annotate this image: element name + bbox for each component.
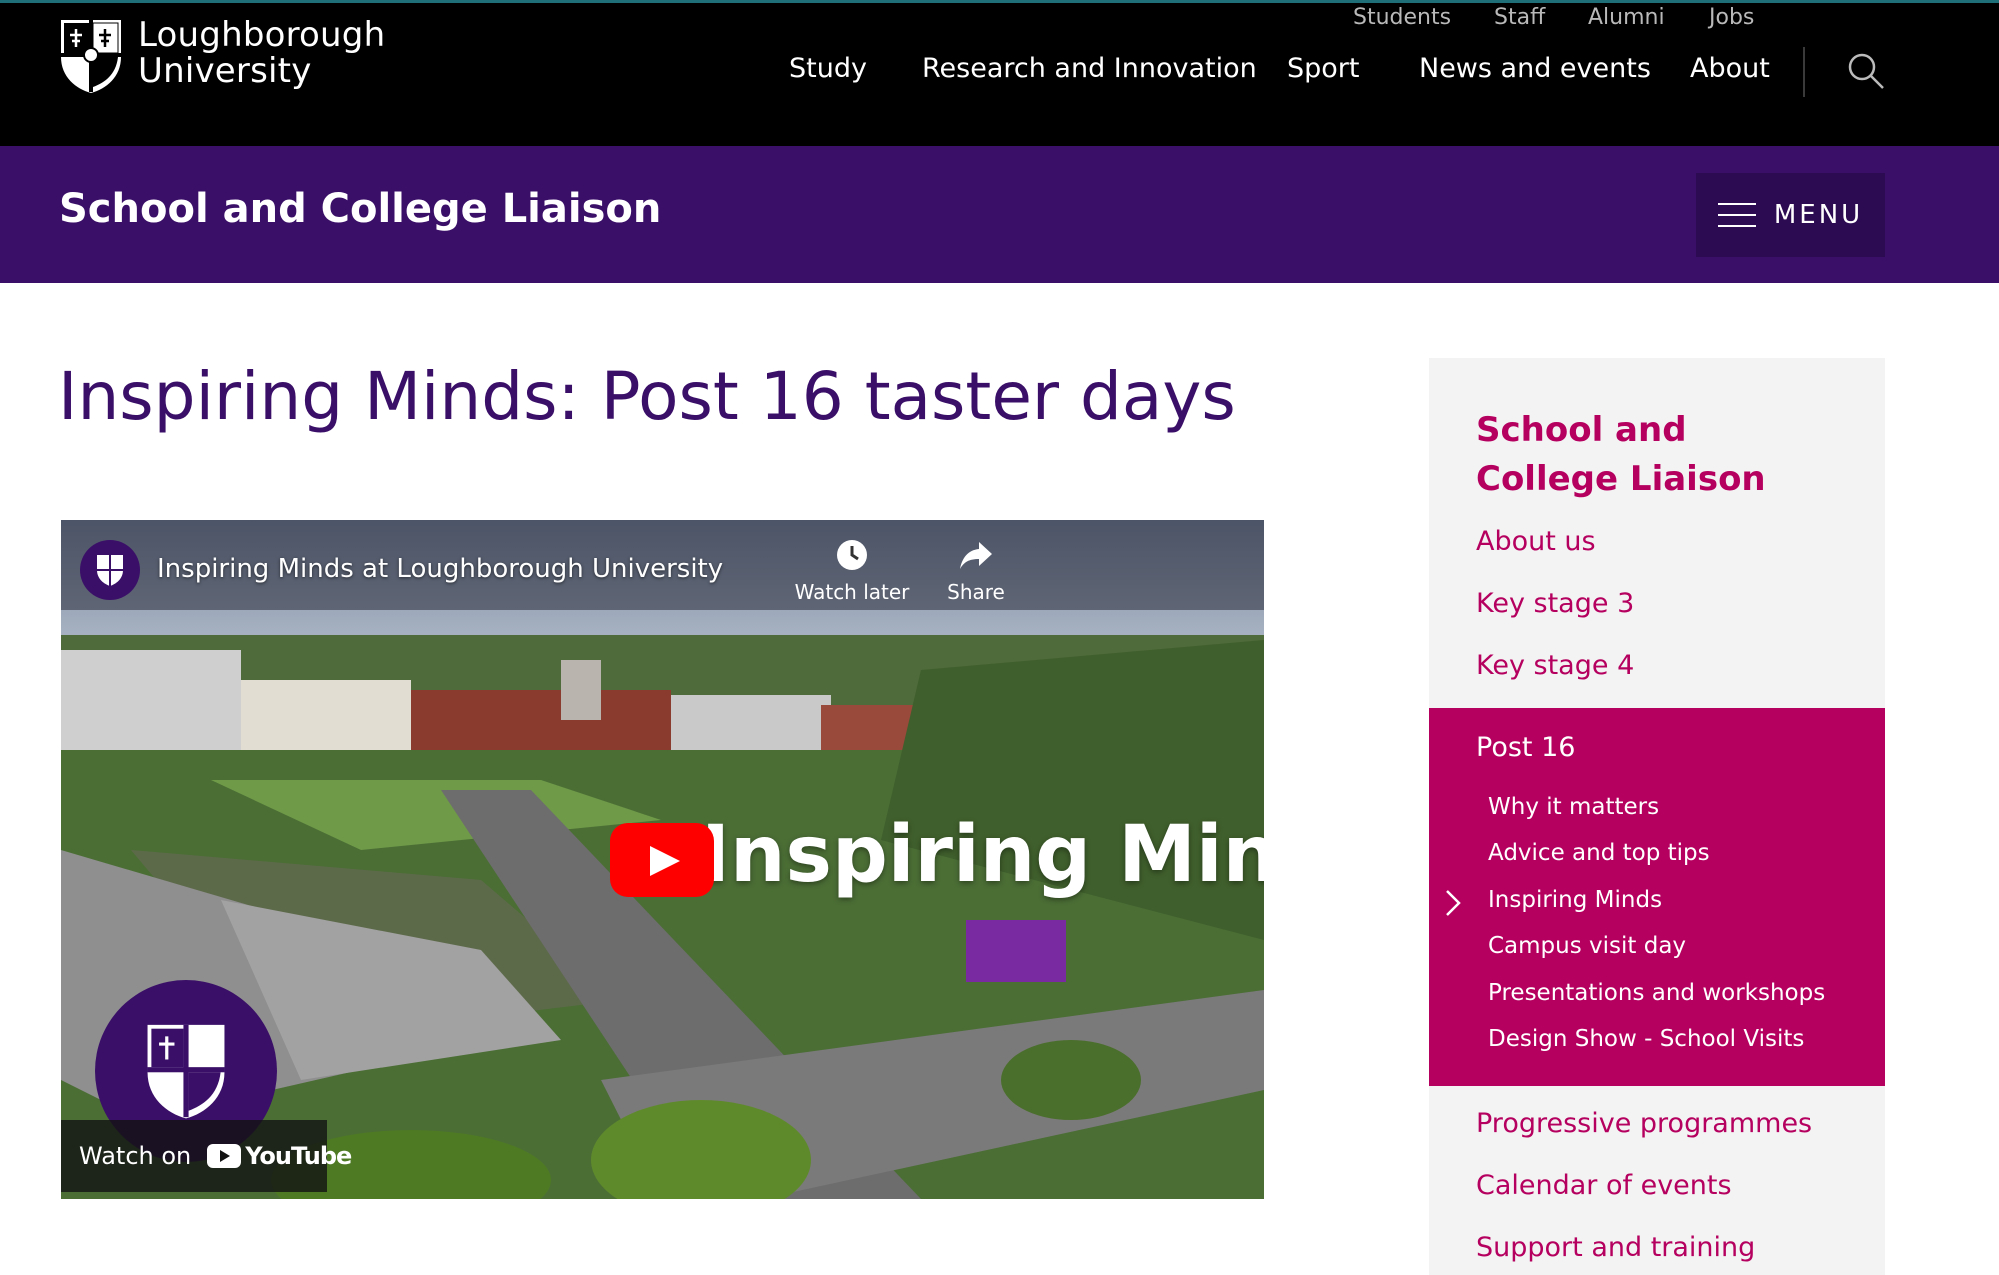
- sidebar-subitem-design-show[interactable]: Design Show - School Visits: [1488, 1026, 1804, 1052]
- nav-divider: [1803, 47, 1805, 97]
- badge-shield-icon: [147, 1024, 225, 1119]
- menu-label: MENU: [1773, 200, 1864, 230]
- sidebar-item-support-and-training[interactable]: Support and training: [1476, 1232, 1755, 1263]
- search-icon[interactable]: [1846, 51, 1886, 91]
- page-title: Inspiring Minds: Post 16 taster days: [58, 358, 1236, 435]
- utility-link-students[interactable]: Students: [1353, 5, 1451, 30]
- video-embed[interactable]: Inspiring Minds at Loughborough Universi…: [61, 520, 1264, 1199]
- sidebar-item-post-16[interactable]: Post 16: [1476, 732, 1575, 763]
- nav-item-study[interactable]: Study: [789, 53, 867, 84]
- utility-link-staff[interactable]: Staff: [1494, 5, 1545, 30]
- sidebar-item-key-stage-3[interactable]: Key stage 3: [1476, 588, 1634, 619]
- sidebar-active-section: Post 16 Why it matters Advice and top ti…: [1429, 708, 1885, 1086]
- clock-icon: [837, 540, 867, 570]
- youtube-wordmark: YouTube: [245, 1142, 352, 1170]
- menu-button[interactable]: MENU: [1696, 173, 1885, 257]
- youtube-logo-icon: YouTube: [207, 1142, 352, 1170]
- watch-later-button[interactable]: Watch later: [792, 538, 912, 604]
- utility-link-jobs[interactable]: Jobs: [1709, 5, 1754, 30]
- watch-later-label: Watch later: [794, 580, 910, 604]
- sidebar-item-key-stage-4[interactable]: Key stage 4: [1476, 650, 1634, 681]
- sidebar-item-calendar-of-events[interactable]: Calendar of events: [1476, 1170, 1732, 1201]
- chevron-right-icon: [1446, 890, 1461, 916]
- sidebar-subitem-advice[interactable]: Advice and top tips: [1488, 840, 1710, 866]
- share-label: Share: [947, 580, 1005, 604]
- sidebar-subitem-inspiring-minds[interactable]: Inspiring Minds: [1488, 887, 1662, 913]
- channel-avatar[interactable]: [80, 540, 140, 600]
- share-button[interactable]: Share: [916, 538, 1036, 604]
- hamburger-icon: [1717, 203, 1756, 227]
- section-bar: School and College Liaison MENU: [0, 146, 1999, 283]
- sidebar-subitem-presentations[interactable]: Presentations and workshops: [1488, 980, 1825, 1006]
- utility-link-alumni[interactable]: Alumni: [1588, 5, 1665, 30]
- video-title[interactable]: Inspiring Minds at Loughborough Universi…: [157, 554, 723, 584]
- share-icon: [960, 542, 992, 569]
- sidebar-heading[interactable]: School and College Liaison: [1476, 406, 1836, 504]
- nav-item-about[interactable]: About: [1690, 53, 1770, 84]
- sidebar-item-about-us[interactable]: About us: [1476, 526, 1596, 557]
- play-icon[interactable]: [610, 823, 714, 897]
- main-nav: Study Research and Innovation Sport News…: [0, 53, 1999, 93]
- nav-item-research[interactable]: Research and Innovation: [922, 53, 1257, 84]
- section-sidebar-nav: School and College Liaison About us Key …: [1429, 358, 1885, 1275]
- nav-item-sport[interactable]: Sport: [1287, 53, 1359, 84]
- channel-shield-icon: [97, 555, 123, 586]
- sidebar-subitem-campus-visit-day[interactable]: Campus visit day: [1488, 933, 1686, 959]
- watch-on-youtube-button[interactable]: Watch on YouTube: [61, 1120, 352, 1192]
- section-title[interactable]: School and College Liaison: [59, 186, 661, 232]
- watch-on-label: Watch on: [79, 1142, 192, 1170]
- sidebar-subitem-why-it-matters[interactable]: Why it matters: [1488, 794, 1659, 820]
- logo-line-1: Loughborough: [138, 15, 386, 55]
- video-overlay-text: Inspiring Minds: [701, 810, 1264, 900]
- nav-item-news[interactable]: News and events: [1419, 53, 1651, 84]
- site-header: Loughborough University Students Staff A…: [0, 0, 1999, 146]
- sidebar-item-progressive-programmes[interactable]: Progressive programmes: [1476, 1108, 1812, 1139]
